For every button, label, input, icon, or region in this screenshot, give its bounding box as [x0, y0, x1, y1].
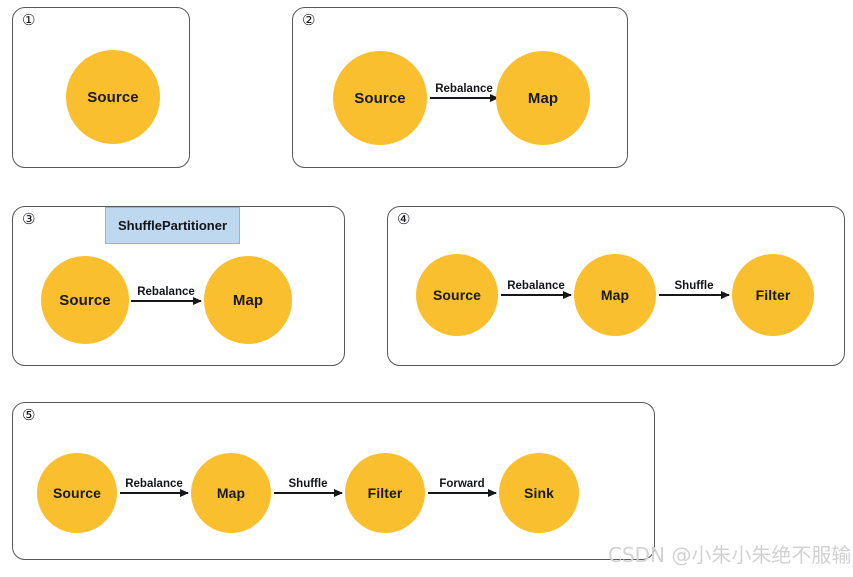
panel-3-number: ③: [22, 210, 36, 228]
node-label: Map: [600, 287, 630, 303]
node-source[interactable]: Source: [333, 51, 427, 145]
shuffle-partitioner-callout: ShufflePartitioner: [105, 207, 240, 244]
edge-label: Rebalance: [125, 477, 183, 490]
edge-shuffle: Shuffle: [274, 478, 342, 494]
node-source[interactable]: Source: [66, 50, 160, 144]
node-label: Source: [52, 485, 102, 501]
node-map[interactable]: Map: [496, 51, 590, 145]
edge-label: Rebalance: [435, 82, 493, 95]
panel-4: ④ Source Rebalance Map Shuffle Filter: [387, 206, 845, 366]
panel-1: ① Source: [12, 7, 190, 168]
panel-5: ⑤ Source Rebalance Map Shuffle Filter Fo…: [12, 402, 655, 560]
edge-label: Shuffle: [674, 279, 714, 292]
node-map[interactable]: Map: [191, 453, 271, 533]
edge-label: Shuffle: [288, 477, 328, 490]
edge-rebalance: Rebalance: [131, 286, 201, 302]
edge-label: Forward: [439, 477, 485, 490]
csdn-watermark: CSDN @小朱小朱绝不服输: [608, 543, 852, 567]
edge-label: Rebalance: [137, 285, 195, 298]
node-filter[interactable]: Filter: [345, 453, 425, 533]
node-filter[interactable]: Filter: [732, 254, 814, 336]
node-label: Map: [527, 89, 559, 107]
edge-label: Rebalance: [507, 279, 565, 292]
node-source[interactable]: Source: [37, 453, 117, 533]
node-label: Map: [232, 291, 264, 309]
node-map[interactable]: Map: [574, 254, 656, 336]
callout-label: ShufflePartitioner: [117, 218, 228, 233]
edge-rebalance: Rebalance: [120, 478, 188, 494]
node-label: Filter: [755, 287, 791, 303]
node-source[interactable]: Source: [416, 254, 498, 336]
node-map[interactable]: Map: [204, 256, 292, 344]
node-label: Sink: [524, 485, 554, 501]
node-label: Filter: [367, 485, 403, 501]
node-label: Map: [216, 485, 246, 501]
edge-forward: Forward: [428, 478, 496, 494]
edge-rebalance: Rebalance: [501, 280, 571, 296]
panel-4-number: ④: [397, 210, 411, 228]
node-sink[interactable]: Sink: [499, 453, 579, 533]
panel-2-number: ②: [302, 11, 316, 29]
edge-shuffle: Shuffle: [659, 280, 729, 296]
node-label: Source: [59, 291, 111, 309]
node-label: Source: [87, 88, 139, 106]
panel-1-number: ①: [22, 11, 36, 29]
node-label: Source: [432, 287, 482, 303]
node-source[interactable]: Source: [41, 256, 129, 344]
panel-5-number: ⑤: [22, 406, 36, 424]
node-label: Source: [354, 89, 406, 107]
edge-rebalance: Rebalance: [430, 83, 498, 99]
panel-2: ② Source Rebalance Map: [292, 7, 628, 168]
